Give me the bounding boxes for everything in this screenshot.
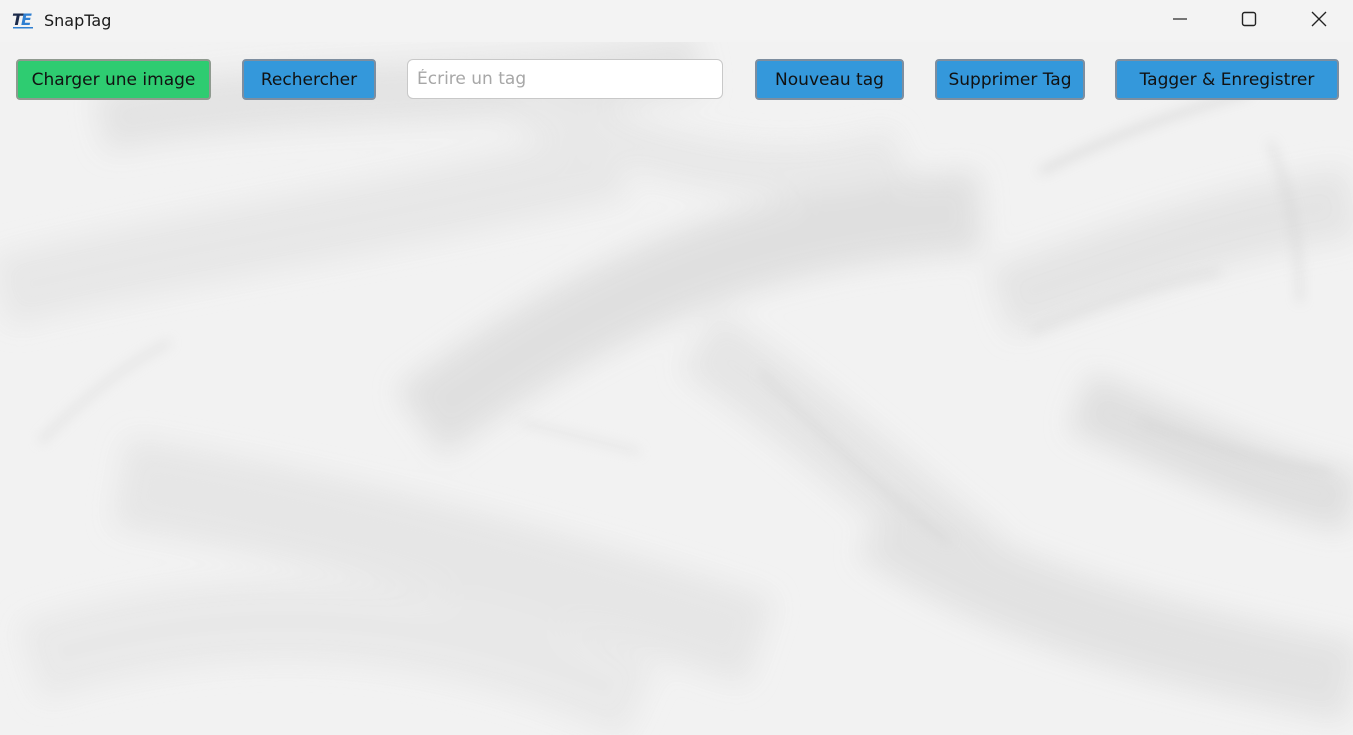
search-button[interactable]: Rechercher bbox=[242, 59, 376, 100]
window-title: SnapTag bbox=[44, 11, 112, 30]
maximize-icon bbox=[1241, 11, 1257, 31]
tag-and-save-button[interactable]: Tagger & Enregistrer bbox=[1115, 59, 1339, 100]
tag-input[interactable] bbox=[407, 59, 723, 99]
close-button[interactable] bbox=[1284, 0, 1353, 42]
new-tag-button[interactable]: Nouveau tag bbox=[755, 59, 904, 100]
minimize-icon bbox=[1172, 11, 1188, 31]
image-canvas bbox=[0, 42, 1353, 735]
close-icon bbox=[1311, 11, 1327, 31]
svg-text:E: E bbox=[21, 10, 32, 29]
brush-texture-background bbox=[0, 42, 1353, 735]
maximize-button[interactable] bbox=[1214, 0, 1284, 42]
snaptag-logo-icon: T E bbox=[12, 10, 36, 30]
load-image-button[interactable]: Charger une image bbox=[16, 59, 211, 100]
minimize-button[interactable] bbox=[1145, 0, 1215, 42]
title-bar[interactable]: T E SnapTag bbox=[0, 0, 1353, 42]
delete-tag-button[interactable]: Supprimer Tag bbox=[935, 59, 1085, 100]
app-window: T E SnapTag Charger une image Rechercher… bbox=[0, 0, 1353, 735]
